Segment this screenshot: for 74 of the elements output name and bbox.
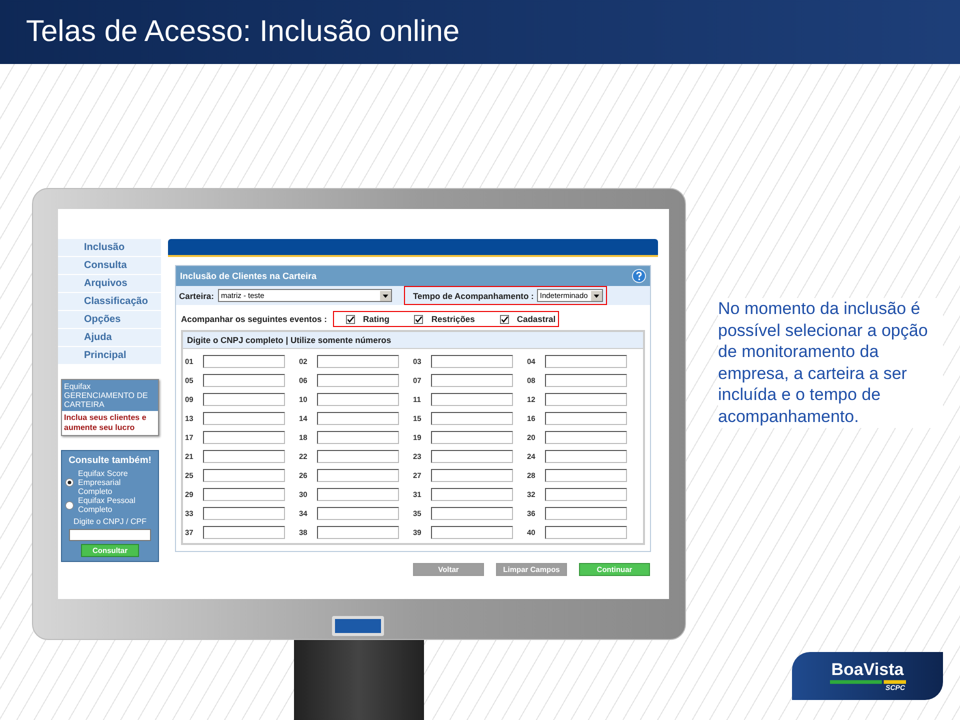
description-text: No momento da inclusão é possível selecionar a opção de monitoramento da empresa, a carteira a ser incluída e o tempo de acompanhamento. <box>718 298 943 428</box>
cnpj-field[interactable] <box>545 526 627 539</box>
cnpj-field[interactable] <box>317 393 399 406</box>
cnpj-field[interactable] <box>317 526 399 539</box>
logo-name: BoaVista <box>831 660 904 678</box>
promo-text: Inclua seus clientes e aumente seu lucro <box>62 411 158 435</box>
sidebar-item[interactable]: Ajuda <box>58 329 161 346</box>
cnpj-field[interactable] <box>545 507 627 520</box>
cnpj-field[interactable] <box>545 355 627 368</box>
slide-title: Telas de Acesso: Inclusão online <box>26 15 460 49</box>
cnpj-field[interactable] <box>203 374 285 387</box>
cnpj-field[interactable] <box>317 374 399 387</box>
help-icon[interactable] <box>632 269 646 283</box>
promo-heading: Equifax GERENCIAMENTO DE CARTEIRA <box>62 380 158 411</box>
cnpj-field[interactable] <box>431 450 513 463</box>
cnpj-field[interactable] <box>203 431 285 444</box>
cnpj-field[interactable] <box>431 469 513 482</box>
power-button-icon <box>332 616 384 636</box>
sidebar-item[interactable]: Classificação <box>58 293 161 310</box>
cnpj-field[interactable] <box>203 507 285 520</box>
cnpj-field[interactable] <box>431 393 513 406</box>
cnpj-field[interactable] <box>317 507 399 520</box>
cnpj-field[interactable] <box>317 469 399 482</box>
events-label: Acompanhar os seguintes eventos : <box>181 314 327 324</box>
checkbox[interactable] <box>414 314 424 324</box>
cnpj-field[interactable] <box>203 355 285 368</box>
cnpj-field[interactable] <box>545 393 627 406</box>
cnpj-field[interactable] <box>545 412 627 425</box>
cnpj-field[interactable] <box>317 488 399 501</box>
cnpj-field[interactable] <box>203 450 285 463</box>
event-label: Restrições <box>431 314 475 324</box>
panel-title: Inclusão de Clientes na Carteira <box>180 271 317 281</box>
sidebar-item[interactable]: Arquivos <box>58 275 161 292</box>
logo-stripe-icon <box>830 680 906 684</box>
cnpj-field[interactable] <box>431 412 513 425</box>
cnpj-field[interactable] <box>431 431 513 444</box>
carteira-label: Carteira: <box>179 290 214 300</box>
cnpj-field[interactable] <box>203 469 285 482</box>
radio-button[interactable] <box>65 478 74 487</box>
cnpj-field[interactable] <box>545 431 627 444</box>
cnpj-field[interactable] <box>317 412 399 425</box>
cnpj-field[interactable] <box>545 469 627 482</box>
checkbox[interactable] <box>500 314 509 324</box>
cnpj-field[interactable] <box>203 393 285 406</box>
radio-button[interactable] <box>65 500 74 510</box>
cnpj-field[interactable] <box>545 450 627 463</box>
cnpj-field[interactable] <box>317 431 399 444</box>
cnpj-field[interactable] <box>431 374 513 387</box>
cnpj-field[interactable] <box>203 488 285 501</box>
field-label: Digite o CNPJ / CPF <box>74 517 146 526</box>
cnpj-field[interactable] <box>431 507 513 520</box>
cnpj-field[interactable] <box>203 412 285 425</box>
sidebar-item[interactable]: Principal <box>58 347 161 364</box>
event-label: Rating <box>362 314 390 324</box>
checkbox[interactable] <box>346 314 355 324</box>
consult-title: Consulte também! <box>68 455 152 466</box>
option-label: Equifax Pessoal Completo <box>78 496 136 514</box>
sidebar-item[interactable]: Inclusão <box>58 239 161 256</box>
cnpj-field[interactable] <box>431 355 513 368</box>
cnpj-field[interactable] <box>317 450 399 463</box>
option-label: Equifax Score Empresarial Completo <box>78 469 129 496</box>
cnpj-field[interactable] <box>431 488 513 501</box>
fields-header: Digite o CNPJ completo | Utilize somente números <box>183 332 643 349</box>
tempo-label: Tempo de Acompanhamento : <box>412 290 534 300</box>
event-label: Cadastral <box>516 314 556 324</box>
cnpj-field[interactable] <box>545 488 627 501</box>
cnpj-field[interactable] <box>545 374 627 387</box>
cnpj-field[interactable] <box>317 355 399 368</box>
sidebar-item[interactable]: Opções <box>58 311 161 328</box>
cnpj-cpf-field[interactable] <box>69 529 151 541</box>
cnpj-field[interactable] <box>203 526 285 539</box>
sidebar-item[interactable]: Consulta <box>58 257 161 274</box>
promo-card[interactable]: Equifax GERENCIAMENTO DE CARTEIRA Inclua seus clientes e aumente seu lucro <box>61 379 159 436</box>
cnpj-field[interactable] <box>431 526 513 539</box>
